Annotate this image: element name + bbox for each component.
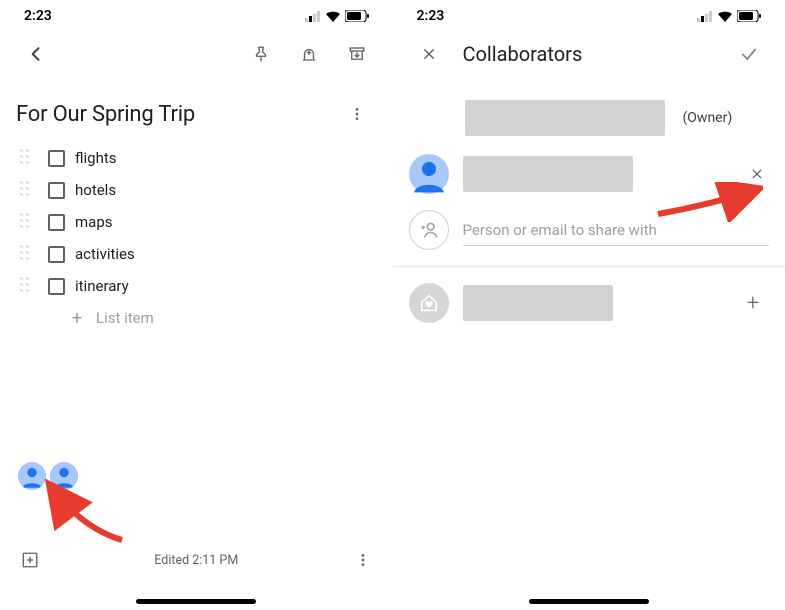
list-item-label[interactable]: itinerary (75, 277, 129, 295)
battery-icon (345, 10, 369, 22)
plus-icon: + (68, 309, 86, 327)
collab-app-bar: Collaborators (393, 32, 785, 76)
collaborator-owner-row: (Owner) (393, 90, 785, 146)
list-item-label[interactable]: activities (75, 245, 135, 263)
remove-collaborator-button[interactable] (745, 162, 769, 186)
avatar[interactable] (50, 462, 78, 490)
note-menu-button[interactable] (337, 94, 377, 134)
collaborator-row (393, 146, 785, 202)
checkbox[interactable] (48, 214, 65, 231)
list-item[interactable]: maps (20, 206, 393, 238)
pin-icon (252, 45, 270, 63)
add-collaborator-row[interactable]: Person or email to share with (393, 202, 785, 258)
collaborator-list: (Owner) Person or email to share with (393, 76, 785, 331)
list-item-label[interactable]: maps (75, 213, 112, 231)
divider (393, 266, 785, 267)
note-bottom-bar: Edited 2:11 PM (0, 540, 393, 580)
status-indicators (305, 10, 369, 22)
note-editor-screen: 2:23 (0, 0, 393, 610)
drag-handle-icon[interactable] (20, 213, 38, 231)
edited-timestamp: Edited 2:11 PM (154, 553, 238, 568)
close-button[interactable] (409, 34, 449, 74)
close-icon (421, 46, 437, 62)
note-title-row: For Our Spring Trip (0, 76, 393, 140)
archive-icon (348, 45, 366, 63)
drag-handle-icon[interactable] (20, 149, 38, 167)
checkbox[interactable] (48, 278, 65, 295)
wifi-icon (717, 10, 733, 22)
check-icon (739, 44, 759, 64)
note-app-bar (0, 32, 393, 76)
note-title[interactable]: For Our Spring Trip (16, 102, 195, 127)
close-icon (750, 167, 764, 181)
drag-handle-icon[interactable] (20, 277, 38, 295)
battery-icon (737, 10, 761, 22)
status-indicators (697, 10, 761, 22)
list-item[interactable]: activities (20, 238, 393, 270)
home-heart-icon (409, 283, 449, 323)
home-indicator (136, 599, 256, 604)
share-input[interactable]: Person or email to share with (463, 215, 770, 246)
checklist: flights hotels maps activities itinerary (0, 140, 393, 334)
add-group-button[interactable]: + (737, 287, 769, 319)
checkbox[interactable] (48, 246, 65, 263)
reminder-button[interactable] (289, 34, 329, 74)
confirm-button[interactable] (729, 34, 769, 74)
vertical-dots-icon (355, 552, 371, 568)
archive-button[interactable] (337, 34, 377, 74)
drag-handle-icon[interactable] (20, 245, 38, 263)
list-item[interactable]: flights (20, 142, 393, 174)
redacted-name (463, 285, 613, 321)
status-bar: 2:23 (0, 0, 393, 32)
avatar (409, 154, 449, 194)
bottom-menu-button[interactable] (349, 540, 377, 580)
cellular-icon (697, 11, 713, 22)
drag-handle-icon[interactable] (20, 181, 38, 199)
add-person-icon (409, 210, 449, 250)
home-indicator (529, 599, 649, 604)
pin-button[interactable] (241, 34, 281, 74)
redacted-name (465, 100, 665, 136)
add-list-item[interactable]: + List item (20, 302, 393, 334)
list-item-label[interactable]: flights (75, 149, 117, 167)
redacted-name (463, 156, 633, 192)
status-time: 2:23 (24, 8, 52, 24)
family-group-row[interactable]: + (393, 275, 785, 331)
bell-plus-icon (300, 45, 318, 63)
collaborators-title: Collaborators (457, 42, 722, 66)
avatar[interactable] (18, 462, 46, 490)
list-item[interactable]: hotels (20, 174, 393, 206)
wifi-icon (325, 10, 341, 22)
checkbox[interactable] (48, 182, 65, 199)
vertical-dots-icon (349, 106, 365, 122)
add-box-icon (21, 551, 39, 569)
status-time: 2:23 (417, 8, 445, 24)
collaborator-avatars[interactable] (18, 462, 78, 490)
list-item[interactable]: itinerary (20, 270, 393, 302)
owner-label: (Owner) (683, 110, 733, 126)
collaborators-screen: 2:23 Collaborators (Owner) (393, 0, 785, 610)
add-box-button[interactable] (16, 540, 44, 580)
back-button[interactable] (16, 34, 56, 74)
status-bar: 2:23 (393, 0, 785, 32)
checkbox[interactable] (48, 150, 65, 167)
add-item-placeholder: List item (96, 309, 154, 327)
cellular-icon (305, 11, 321, 22)
list-item-label[interactable]: hotels (75, 181, 116, 199)
